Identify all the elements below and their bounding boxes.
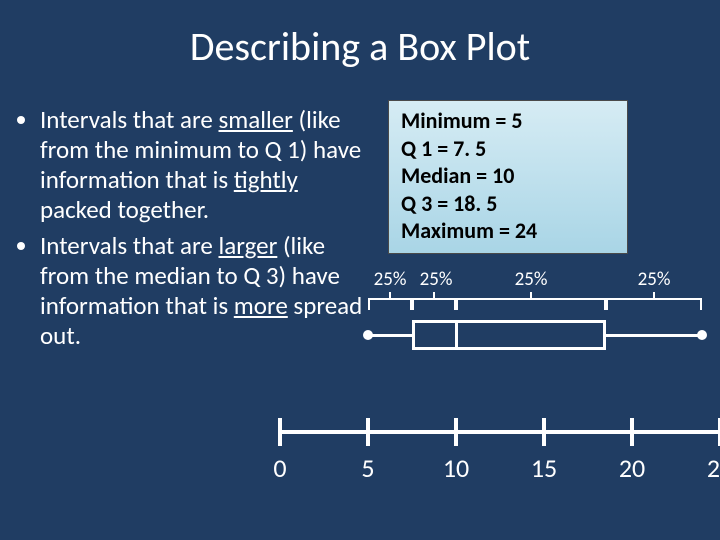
axis-tick-label: 10 [443,452,469,484]
pct-label: 25% [638,268,671,291]
stat-q3: Q 3 = 18. 5 [401,190,615,218]
stat-maximum: Maximum = 24 [401,217,615,245]
pct-label: 25% [374,268,407,291]
stat-minimum: Minimum = 5 [401,107,615,135]
axis-tick-label: 20 [619,452,645,484]
axis-tick-label: 5 [361,452,374,484]
axis-tick-label: 0 [273,452,286,484]
axis-tick-label: 25 [707,452,720,484]
axis-tick [542,418,546,446]
brace [456,298,606,300]
text: Intervals that are [40,104,219,135]
text: packed together. [40,194,209,225]
slide: Describing a Box Plot Intervals that are… [0,0,720,540]
brace [606,298,702,300]
stat-q1: Q 1 = 7. 5 [401,135,615,163]
axis-tick-label: 15 [531,452,557,484]
whisker-left [368,334,412,337]
whisker-max-cap [697,330,707,340]
axis-tick [630,418,634,446]
text-underline: smaller [219,104,293,135]
axis-line [280,430,720,434]
text: Intervals that are [40,230,219,261]
stat-median: Median = 10 [401,162,615,190]
axis-tick [366,418,370,446]
boxplot-chart: 0 5 10 15 20 25 25% 25% 25% 25% [280,250,720,510]
box-iqr [412,320,606,350]
whisker-right [606,334,702,337]
brace [368,298,412,300]
slide-title: Describing a Box Plot [0,22,720,71]
text-underline: tightly [234,164,298,195]
axis-tick [278,418,282,446]
pct-label: 25% [420,268,453,291]
axis-tick [454,418,458,446]
pct-label: 25% [515,268,548,291]
brace [412,298,456,300]
bullet-item: Intervals that are smaller (like from th… [40,105,368,225]
summary-stats-box: Minimum = 5 Q 1 = 7. 5 Median = 10 Q 3 =… [388,100,628,254]
text-underline: larger [219,230,278,261]
median-line [455,320,458,350]
